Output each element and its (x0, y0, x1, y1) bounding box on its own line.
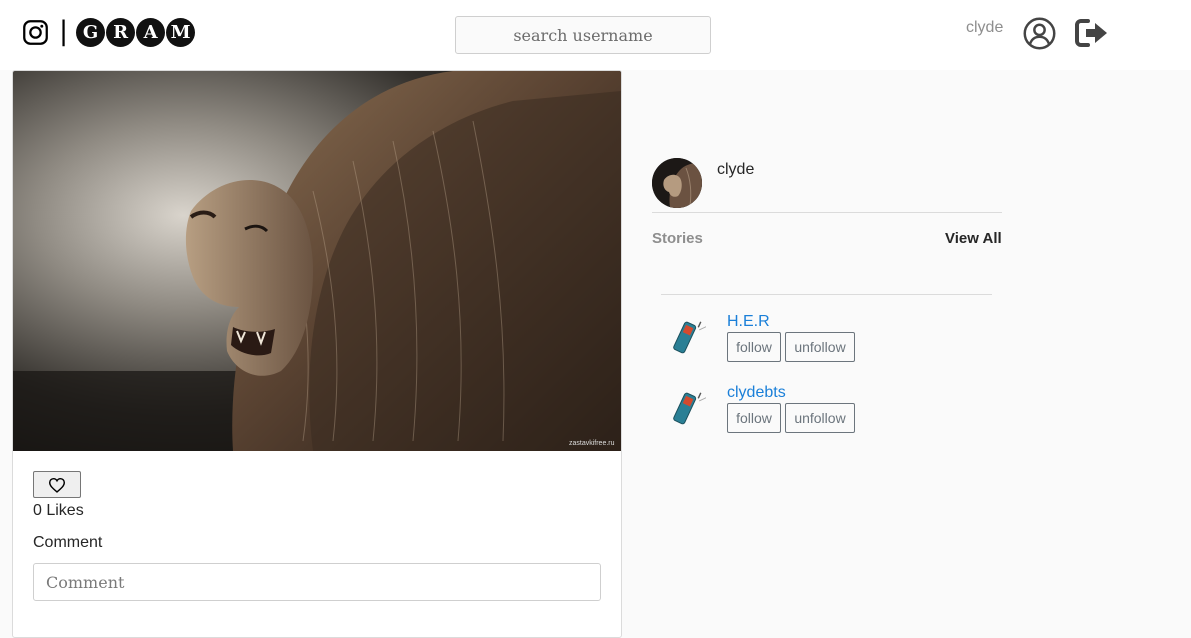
brand-letter: G (76, 17, 106, 47)
sign-out-icon[interactable] (1075, 18, 1109, 48)
unfollow-button[interactable]: unfollow (785, 403, 855, 433)
view-all-link[interactable]: View All (945, 230, 1002, 247)
instagram-icon (23, 19, 48, 45)
avatar[interactable] (652, 158, 702, 208)
suggestion-username[interactable]: H.E.R (727, 313, 770, 331)
divider (661, 294, 992, 295)
top-navbar: | G R A M clyde (0, 0, 1191, 70)
nav-username[interactable]: clyde (966, 19, 1003, 37)
unfollow-button[interactable]: unfollow (785, 332, 855, 362)
search-input[interactable] (455, 16, 711, 54)
heart-outline-icon (48, 477, 66, 493)
comment-label: Comment (33, 534, 103, 551)
brand-letter: R (106, 17, 136, 47)
profile-name[interactable]: clyde (717, 161, 754, 179)
phone-icon (673, 321, 706, 354)
brand-logo[interactable]: | G R A M (22, 16, 196, 47)
user-circle-icon[interactable] (1023, 17, 1056, 50)
follow-button[interactable]: follow (727, 332, 781, 362)
image-watermark: zastavkifree.ru (569, 440, 615, 447)
post-image[interactable]: zastavkifree.ru (13, 71, 621, 451)
brand-letter: M (166, 17, 196, 47)
follow-button[interactable]: follow (727, 403, 781, 433)
suggestion-item: H.E.R follow unfollow (666, 313, 1006, 375)
phone-icon (673, 392, 706, 425)
likes-count: 0 Likes (33, 502, 84, 519)
suggestion-item: clydebts follow unfollow (666, 384, 1006, 446)
lion-avatar-image (652, 158, 702, 208)
comment-input[interactable] (33, 563, 601, 601)
brand-separator: | (59, 16, 69, 47)
brand-letter: A (136, 17, 166, 47)
stories-label: Stories (652, 230, 703, 247)
like-button[interactable] (33, 471, 81, 498)
brand-wordmark: G R A M (76, 17, 196, 47)
suggestion-username[interactable]: clydebts (727, 384, 786, 402)
post-card: zastavkifree.ru 0 Likes Comment (12, 70, 622, 638)
divider (652, 212, 1002, 213)
